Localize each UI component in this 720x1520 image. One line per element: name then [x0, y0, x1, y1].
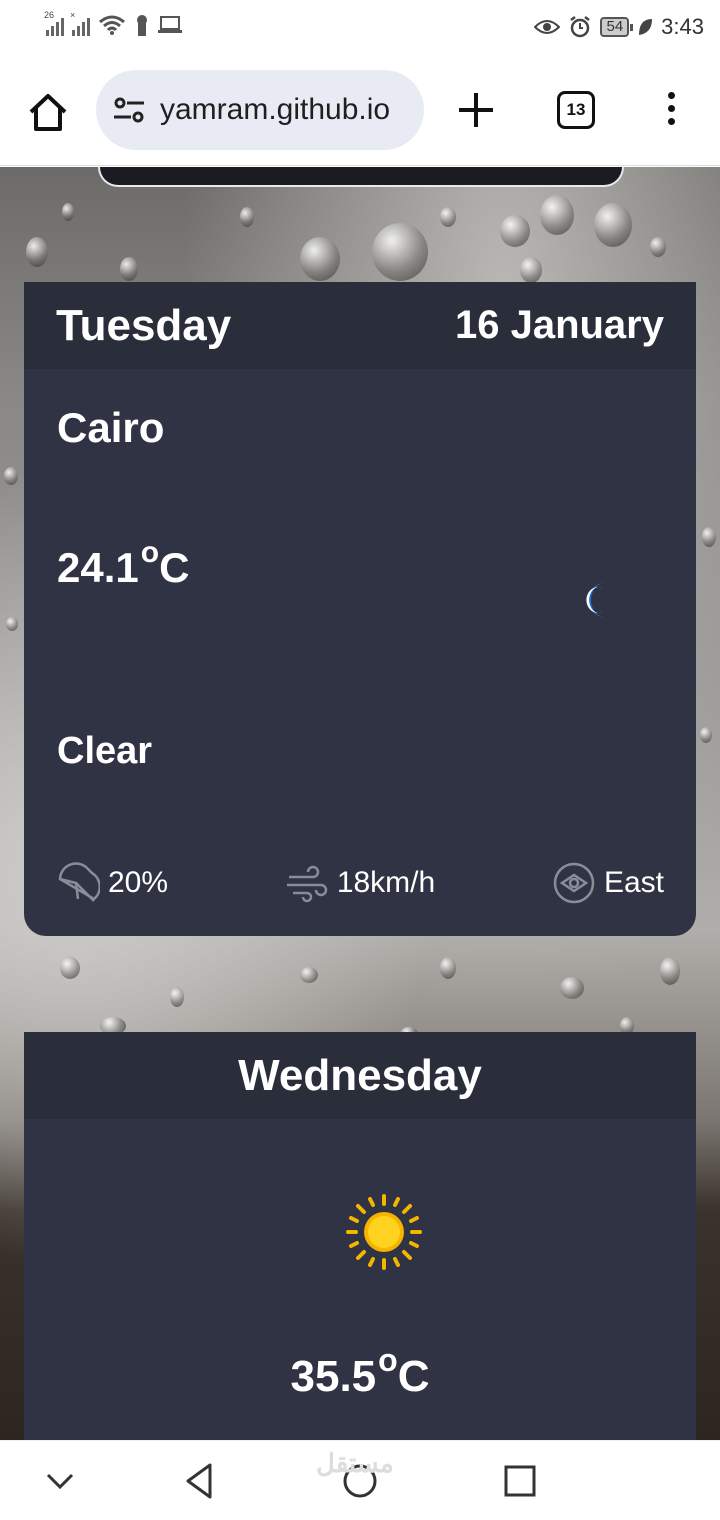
alarm-icon: [570, 16, 591, 38]
tomorrow-card-header: Wednesday: [24, 1032, 696, 1119]
back-icon[interactable]: [178, 1459, 222, 1503]
today-temperature: 24.1oC: [57, 536, 189, 592]
sun-icon: [346, 1194, 422, 1270]
battery-indicator: 54: [600, 17, 633, 37]
signal-tag: 26: [44, 10, 55, 20]
url-text[interactable]: yamram.github.io: [160, 93, 390, 127]
tomorrow-temp-value: 35.5: [290, 1352, 377, 1401]
tomorrow-forecast-card: Wednesday 35.5oC: [24, 1032, 696, 1440]
today-card-header: Tuesday 16 January: [24, 282, 696, 369]
moon-icon: [586, 583, 605, 617]
search-box-edge: [98, 167, 624, 187]
today-stats: 20% 18km/h East: [56, 860, 664, 906]
home-icon[interactable]: [26, 90, 70, 134]
status-left: 26 ×: [44, 10, 182, 36]
wind-speed-value: 18km/h: [336, 866, 436, 899]
eye-icon: [534, 20, 561, 34]
wind-icon: [286, 865, 328, 903]
humidity-value: 20%: [108, 866, 169, 899]
compass-icon: [553, 862, 595, 904]
city-name: Cairo: [57, 404, 165, 451]
degree-symbol: o: [378, 1342, 398, 1378]
today-forecast-card: Tuesday 16 January Cairo 24.1oC Clear 20…: [24, 282, 696, 936]
humidity-stat: 20%: [56, 861, 168, 905]
recents-icon[interactable]: [498, 1459, 542, 1503]
temp-unit: C: [159, 544, 190, 591]
signal-icon: 26: [44, 10, 64, 36]
watermark-logo: مستقل: [316, 1448, 394, 1478]
status-right: 54 3:43: [534, 14, 704, 40]
browser-toolbar: yamram.github.io 13: [0, 56, 720, 166]
degree-symbol: o: [140, 536, 160, 569]
umbrella-icon: [58, 862, 100, 902]
signal-2-icon: ×: [70, 10, 90, 36]
wind-direction-stat: East: [552, 861, 664, 905]
leaf-icon: [639, 19, 653, 35]
status-bar: 26 × 54 3:43: [0, 0, 720, 56]
today-date: 16 January: [454, 303, 664, 347]
wind-speed-stat: 18km/h: [285, 861, 435, 905]
site-settings-icon[interactable]: [112, 95, 146, 125]
signal-2-tag: ×: [70, 10, 76, 20]
new-tab-icon[interactable]: [456, 90, 496, 130]
today-day: Tuesday: [56, 300, 232, 350]
laptop-icon: [158, 16, 182, 33]
today-temp-value: 24.1: [57, 544, 139, 591]
wifi-icon: [99, 15, 125, 35]
clock: 3:43: [661, 14, 704, 39]
keyhole-icon: [137, 15, 147, 36]
tomorrow-temperature: 35.5oC: [24, 1342, 696, 1402]
temp-unit: C: [397, 1352, 430, 1401]
wind-direction-value: East: [603, 866, 664, 899]
today-condition: Clear: [57, 730, 153, 772]
more-menu-icon[interactable]: [664, 92, 678, 130]
address-bar[interactable]: yamram.github.io: [96, 70, 424, 150]
tab-switcher-button[interactable]: 13: [557, 91, 595, 129]
tomorrow-day: Wednesday: [238, 1050, 482, 1100]
chevron-down-icon[interactable]: [38, 1459, 82, 1503]
